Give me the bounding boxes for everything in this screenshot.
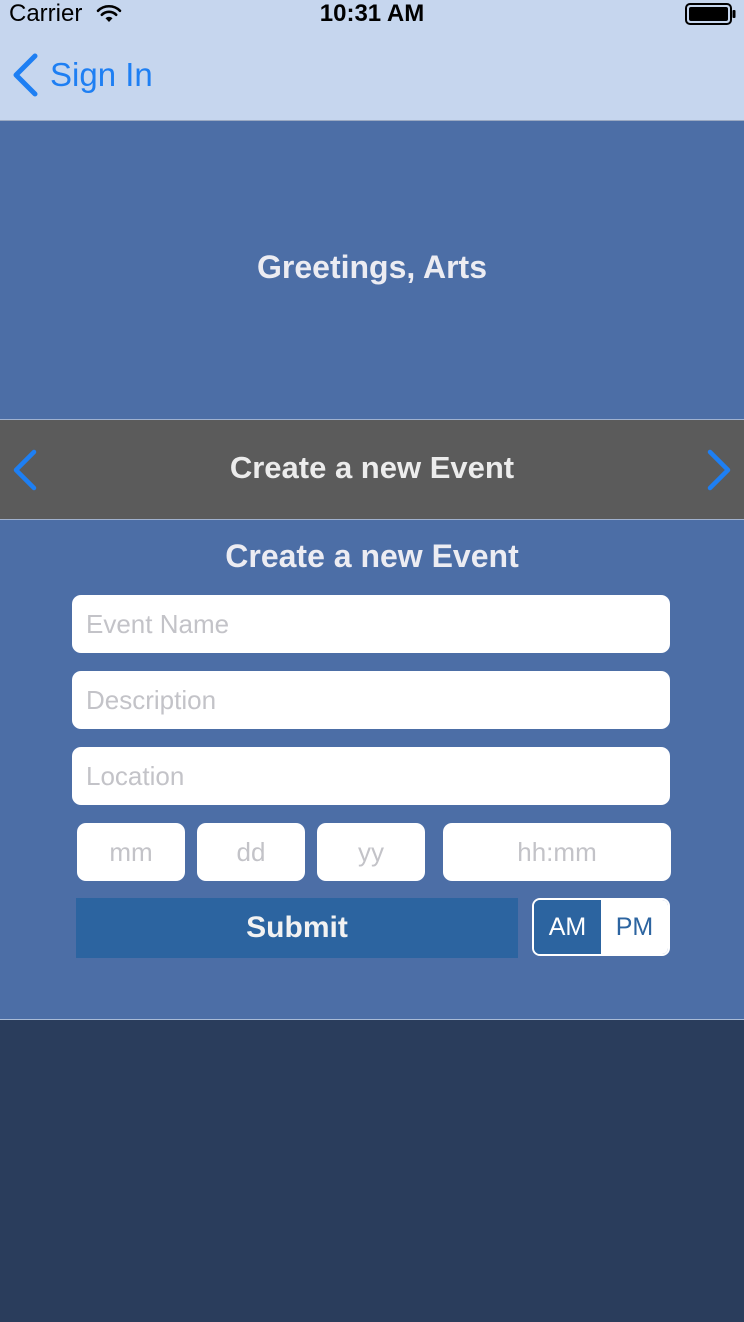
time-field[interactable]: [443, 823, 671, 881]
submit-button[interactable]: Submit: [76, 898, 518, 958]
back-button-label: Sign In: [50, 56, 153, 93]
status-time: 10:31 AM: [319, 0, 425, 27]
navigation-bar: Sign In: [0, 30, 744, 121]
form-title: Create a new Event: [225, 538, 519, 574]
empty-content-area: [0, 1021, 744, 1322]
back-button[interactable]: Sign In: [10, 52, 153, 98]
greeting-panel: Greetings, Arts: [0, 121, 744, 419]
event-name-field[interactable]: [72, 595, 670, 653]
chevron-right-icon[interactable]: [704, 449, 734, 491]
year-field[interactable]: [317, 823, 425, 881]
am-segment[interactable]: AM: [534, 900, 601, 954]
location-field[interactable]: [72, 747, 670, 805]
section-carousel-header: Create a new Event: [0, 419, 744, 520]
description-field[interactable]: [72, 671, 670, 729]
month-field[interactable]: [77, 823, 185, 881]
status-bar: Carrier 10:31 AM: [0, 0, 744, 30]
pm-segment[interactable]: PM: [601, 900, 668, 954]
greeting-text: Greetings, Arts: [257, 249, 487, 285]
carousel-title: Create a new Event: [229, 450, 515, 485]
am-pm-segmented-control: AM PM: [532, 898, 670, 956]
battery-full-icon: [685, 3, 736, 25]
chevron-left-icon: [13, 53, 38, 97]
create-event-form: Create a new Event Submit AM PM: [0, 520, 744, 1020]
day-field[interactable]: [197, 823, 305, 881]
